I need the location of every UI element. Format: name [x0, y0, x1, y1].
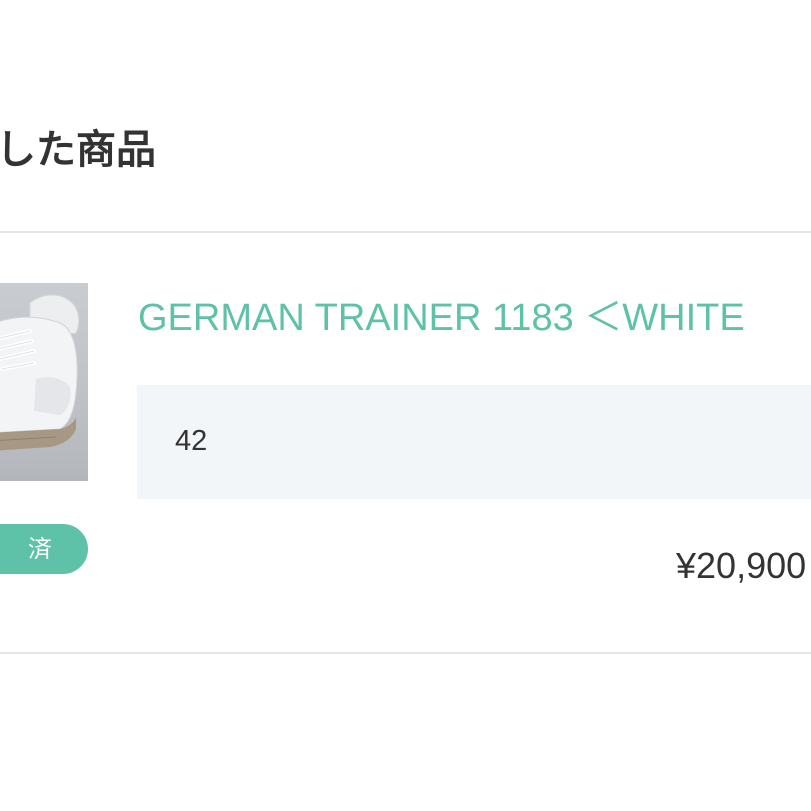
bottom-divider — [0, 652, 811, 654]
option-box: 42 — [137, 385, 811, 499]
product-price: ¥20,900 — [676, 545, 807, 586]
size-option-value: 42 — [175, 425, 208, 457]
product-name-link[interactable]: GERMAN TRAINER 1183 ＜WHITE — [138, 297, 745, 340]
shoe-icon — [0, 294, 80, 451]
order-history-page: した商品 済 GERMAN TRAINER 1183 ＜WHITE 42 ¥20… — [0, 0, 811, 811]
product-thumbnail[interactable] — [0, 283, 88, 481]
section-title: した商品 — [0, 127, 156, 173]
status-badge: 済 — [0, 524, 88, 574]
top-divider — [0, 231, 811, 233]
